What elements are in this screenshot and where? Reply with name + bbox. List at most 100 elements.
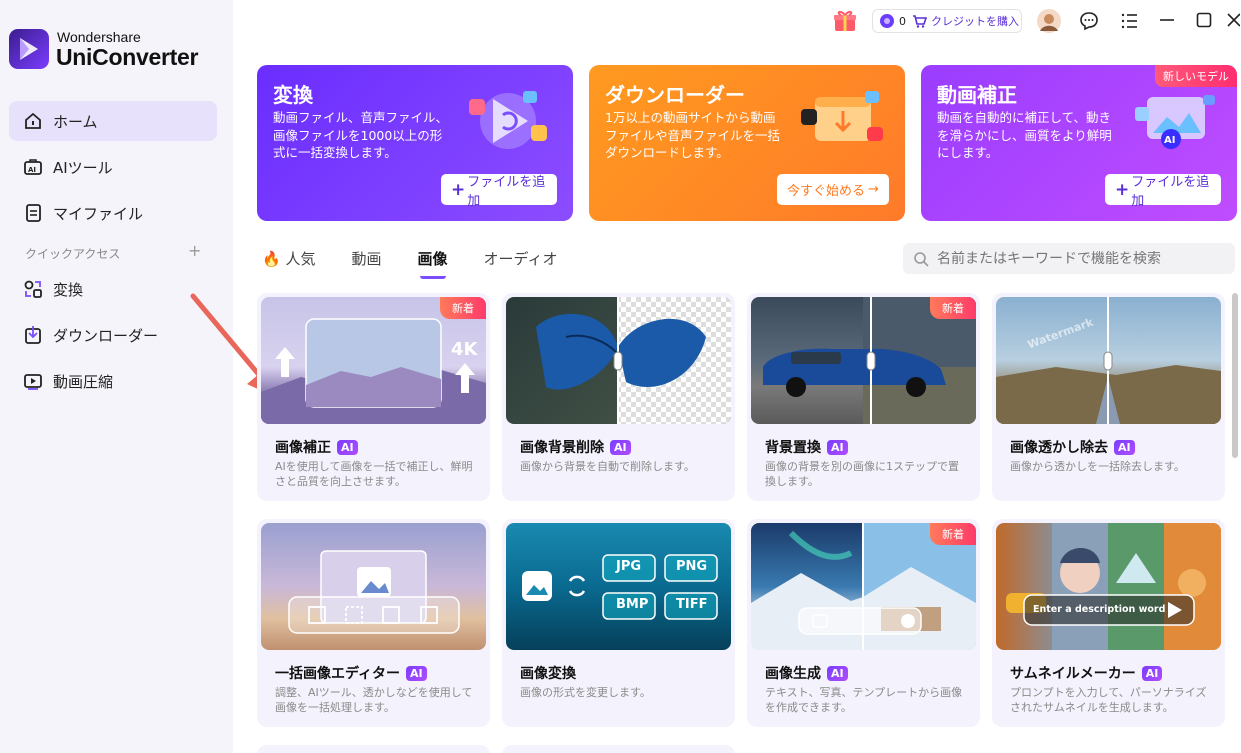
- sidebar-item-ai-tools[interactable]: AI AIツール: [9, 147, 217, 187]
- compress-icon: [24, 374, 42, 390]
- card-image-enhance[interactable]: 4K 新着 画像補正 AI AIを使用して画像を一括で補正し、鮮明さと品質を向上さ…: [257, 293, 490, 501]
- fire-icon: 🔥: [262, 250, 281, 268]
- promo-title: ダウンローダー: [605, 83, 745, 107]
- ai-badge: AI: [610, 439, 631, 455]
- card-title: 画像透かし除去 AI: [1010, 437, 1135, 457]
- new-badge: 新着: [930, 297, 976, 319]
- ai-badge: AI: [406, 665, 427, 681]
- convert-icon: [24, 280, 42, 298]
- card-image-convert[interactable]: JPG PNG BMP TIFF 画像変換 画像の形式を変更します。: [502, 519, 735, 727]
- my-files-icon: [26, 204, 41, 222]
- card-background-remover[interactable]: 画像背景削除 AI 画像から背景を自動で削除します。: [502, 293, 735, 501]
- sidebar-item-home[interactable]: ホーム: [9, 101, 217, 141]
- card-thumbnail: [261, 523, 486, 650]
- card-desc: プロンプトを入力して、パーソナライズされたサムネイルを生成します。: [1010, 686, 1207, 714]
- tab-audio[interactable]: オーディオ: [484, 248, 558, 269]
- card-thumbnail: Watermark: [996, 297, 1221, 424]
- app-logo: [9, 29, 49, 69]
- minimize-icon[interactable]: [1159, 12, 1175, 28]
- gift-icon[interactable]: [832, 7, 858, 33]
- sidebar-item-label: 動画圧縮: [53, 372, 114, 391]
- format-bmp: BMP: [616, 597, 649, 612]
- card-peek: [502, 745, 735, 753]
- card-image-generator[interactable]: 新着 画像生成 AI テキスト、写真、テンプレートから画像を作成できます。: [747, 519, 980, 727]
- quick-access-label: クイックアクセス: [25, 247, 121, 261]
- card-desc: 調整、AIツール、透かしなどを使用して画像を一括処理します。: [275, 686, 473, 714]
- sidebar-item-label: 変換: [53, 280, 84, 299]
- card-title: 背景置換 AI: [765, 437, 848, 457]
- sidebar-item-label: ホーム: [53, 112, 98, 131]
- card-desc: 画像から背景を自動で削除します。: [520, 460, 695, 473]
- card-watermark-remover[interactable]: Watermark 画像透かし除去 AI 画像から透かしを一括除去します。: [992, 293, 1225, 501]
- credits-box[interactable]: 0 クレジットを購入: [872, 9, 1022, 33]
- sidebar-item-label: ダウンローダー: [53, 326, 159, 345]
- card-title: サムネイルメーカー AI: [1010, 663, 1163, 683]
- format-tiff: TIFF: [676, 597, 708, 612]
- promo-downloader[interactable]: ダウンローダー 1万以上の動画サイトから動画ファイルや音声ファイルを一括ダウンロ…: [589, 65, 905, 221]
- tab-video[interactable]: 動画: [351, 248, 381, 269]
- start-now-button[interactable]: 今すぐ始める →: [777, 174, 889, 205]
- promo-desc: 1万以上の動画サイトから動画ファイルや音声ファイルを一括ダウンロードします。: [605, 110, 781, 160]
- menu-icon[interactable]: [1121, 12, 1139, 30]
- promo-title: 動画補正: [937, 83, 1017, 107]
- avatar[interactable]: [1037, 9, 1061, 33]
- card-thumbnail: [506, 297, 731, 424]
- quick-access-add-icon[interactable]: +: [188, 241, 201, 260]
- close-icon[interactable]: [1226, 12, 1240, 28]
- ai-tools-icon: AI: [24, 159, 42, 175]
- card-title: 一括画像エディター AI: [275, 663, 427, 683]
- format-png: PNG: [676, 559, 708, 574]
- feedback-icon[interactable]: [1079, 11, 1099, 31]
- promo-desc: 動画ファイル、音声ファイル、画像ファイルを1000以上の形式に一括変換します。: [273, 110, 449, 160]
- 4k-label: 4K: [451, 339, 478, 360]
- sidebar-item-label: マイファイル: [53, 204, 144, 223]
- card-title: 画像変換: [520, 666, 576, 682]
- add-file-button[interactable]: + ファイルを追加: [441, 174, 557, 209]
- card-desc: 画像の形式を変更します。: [520, 686, 651, 699]
- ai-badge: AI: [827, 439, 848, 455]
- card-peek: [257, 745, 490, 753]
- buy-credits-link[interactable]: クレジットを購入: [931, 13, 1019, 29]
- promo-convert[interactable]: 変換 動画ファイル、音声ファイル、画像ファイルを1000以上の形式に一括変換しま…: [257, 65, 573, 221]
- thumbnail-prompt: Enter a description word: [1033, 604, 1166, 615]
- new-badge: 新着: [440, 297, 486, 319]
- card-batch-image-editor[interactable]: 一括画像エディター AI 調整、AIツール、透かしなどを使用して画像を一括処理しま…: [257, 519, 490, 727]
- maximize-icon[interactable]: [1196, 12, 1212, 28]
- svg-text:AI: AI: [1164, 135, 1175, 146]
- brand-big: UniConverter: [56, 44, 199, 70]
- card-thumbnail: JPG PNG BMP TIFF: [506, 523, 731, 650]
- ai-badge: AI: [337, 439, 358, 455]
- video-enhance-illustration-icon: AI: [1135, 95, 1215, 149]
- cart-icon: [913, 15, 927, 28]
- ai-badge: AI: [1114, 439, 1135, 455]
- new-badge: 新着: [930, 523, 976, 545]
- search-box[interactable]: [903, 243, 1235, 274]
- new-model-badge: 新しいモデル: [1155, 65, 1237, 87]
- sidebar-item-my-files[interactable]: マイファイル: [9, 193, 217, 233]
- promo-video-enhance[interactable]: 新しいモデル 動画補正 動画を自動的に補正して、動きを滑らかにし、画質をより鮮明…: [921, 65, 1237, 221]
- downloader-icon: [25, 326, 41, 344]
- card-title: 画像背景削除 AI: [520, 437, 631, 457]
- search-icon: [914, 251, 929, 267]
- format-jpg: JPG: [616, 559, 642, 574]
- sidebar-item-label: AIツール: [53, 158, 113, 177]
- card-desc: 画像の背景を別の画像に1ステップで置換します。: [765, 460, 959, 488]
- brand-small: Wondershare: [57, 29, 141, 45]
- card-thumbnail: Enter a description word: [996, 523, 1221, 650]
- card-desc: 画像から透かしを一括除去します。: [1010, 460, 1185, 473]
- add-file-button[interactable]: + ファイルを追加: [1105, 174, 1221, 209]
- tab-image[interactable]: 画像: [418, 248, 448, 279]
- scrollbar[interactable]: [1232, 293, 1238, 458]
- card-title: 画像生成 AI: [765, 663, 848, 683]
- tab-popular[interactable]: 🔥 人気: [262, 248, 315, 269]
- home-icon: [25, 112, 41, 129]
- credit-coin-icon: [880, 14, 894, 28]
- downloader-illustration-icon: [801, 91, 883, 141]
- card-background-replace[interactable]: 新着 背景置換 AI 画像の背景を別の画像に1ステップで置換します。: [747, 293, 980, 501]
- ai-badge: AI: [1141, 665, 1163, 681]
- svg-text:AI: AI: [28, 166, 36, 174]
- search-input[interactable]: [937, 250, 1227, 267]
- card-thumbnail-maker[interactable]: Enter a description word サムネイルメーカー AI プロン…: [992, 519, 1225, 727]
- card-desc: AIを使用して画像を一括で補正し、鮮明さと品質を向上させます。: [275, 460, 473, 488]
- card-title: 画像補正 AI: [275, 437, 358, 457]
